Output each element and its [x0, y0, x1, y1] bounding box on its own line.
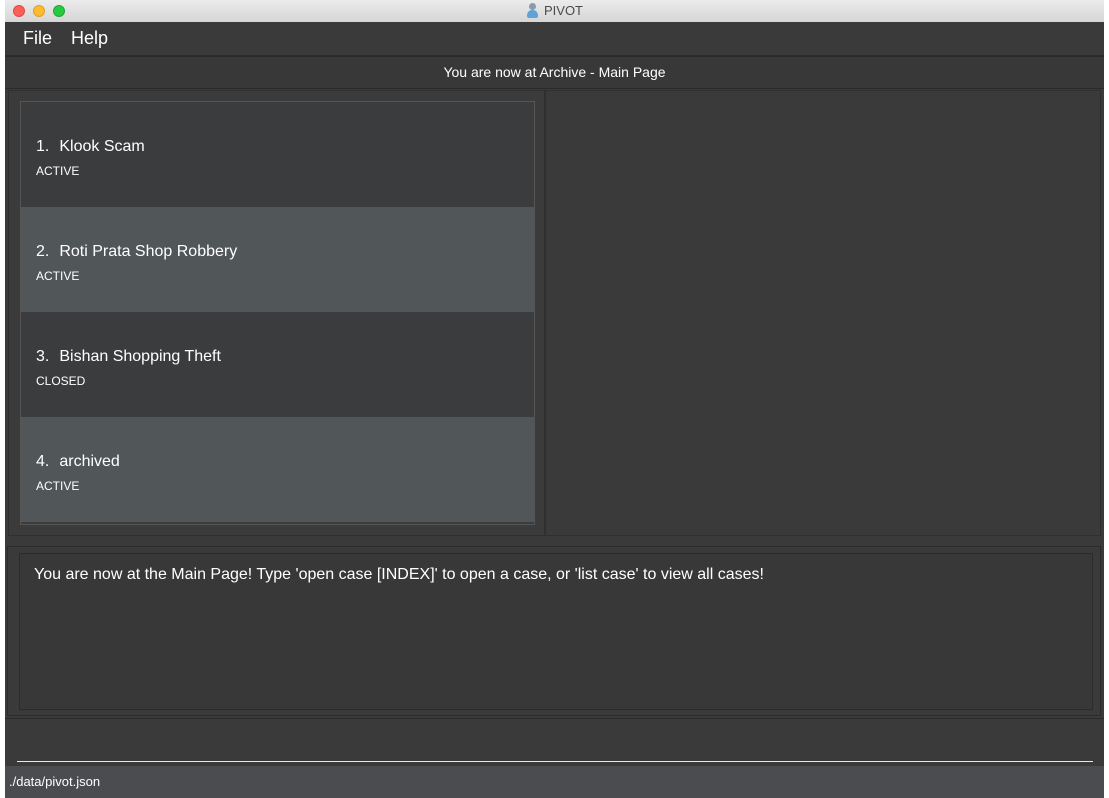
- menu-bar: File Help: [5, 22, 1104, 56]
- result-display-panel: You are now at the Main Page! Type 'open…: [7, 546, 1101, 716]
- case-index: 2.: [36, 243, 50, 260]
- case-status: CLOSED: [36, 374, 86, 388]
- command-input[interactable]: [17, 725, 1093, 762]
- window-title: PIVOT: [543, 3, 583, 18]
- case-list[interactable]: 1. Klook Scam ACTIVE 2. Roti Prata Shop Ro…: [20, 101, 535, 525]
- case-name: Bishan Shopping Theft: [59, 348, 221, 365]
- minimize-window-button[interactable]: [33, 5, 45, 17]
- case-status: ACTIVE: [36, 479, 80, 493]
- title-bar: PIVOT: [5, 0, 1104, 23]
- window-title-wrap: PIVOT: [526, 3, 583, 18]
- background-right: [1104, 0, 1109, 798]
- case-index: 1.: [36, 138, 50, 155]
- case-index: 4.: [36, 453, 50, 470]
- result-display[interactable]: You are now at the Main Page! Type 'open…: [19, 553, 1093, 710]
- save-file-path: ./data/pivot.json: [9, 774, 101, 789]
- case-name: Klook Scam: [59, 138, 145, 155]
- case-title: 1. Klook Scam: [36, 138, 145, 156]
- menu-help[interactable]: Help: [71, 28, 108, 49]
- case-status: ACTIVE: [36, 269, 80, 283]
- result-message: You are now at the Main Page! Type 'open…: [34, 566, 764, 583]
- command-box: [5, 718, 1104, 767]
- case-list-item[interactable]: 4. archived ACTIVE: [21, 417, 534, 522]
- close-window-button[interactable]: [13, 5, 25, 17]
- case-index: 3.: [36, 348, 50, 365]
- case-status: ACTIVE: [36, 164, 80, 178]
- maximize-window-button[interactable]: [53, 5, 65, 17]
- case-name: archived: [59, 453, 120, 470]
- case-list-item[interactable]: 1. Klook Scam ACTIVE: [21, 102, 534, 207]
- case-list-item[interactable]: 2. Roti Prata Shop Robbery ACTIVE: [21, 207, 534, 312]
- status-bar: ./data/pivot.json: [5, 766, 1104, 798]
- case-name: Roti Prata Shop Robbery: [59, 243, 238, 260]
- app-window: PIVOT File Help You are now at Archive -…: [5, 0, 1104, 798]
- case-title: 3. Bishan Shopping Theft: [36, 348, 221, 366]
- breadcrumb: You are now at Archive - Main Page: [5, 56, 1104, 89]
- menu-file[interactable]: File: [23, 28, 52, 49]
- app-icon: [526, 3, 539, 18]
- case-title: 2. Roti Prata Shop Robbery: [36, 243, 237, 261]
- case-list-panel: 1. Klook Scam ACTIVE 2. Roti Prata Shop Ro…: [8, 90, 545, 536]
- case-list-item[interactable]: 3. Bishan Shopping Theft CLOSED: [21, 312, 534, 417]
- case-title: 4. archived: [36, 453, 120, 471]
- case-detail-panel: [545, 90, 1101, 536]
